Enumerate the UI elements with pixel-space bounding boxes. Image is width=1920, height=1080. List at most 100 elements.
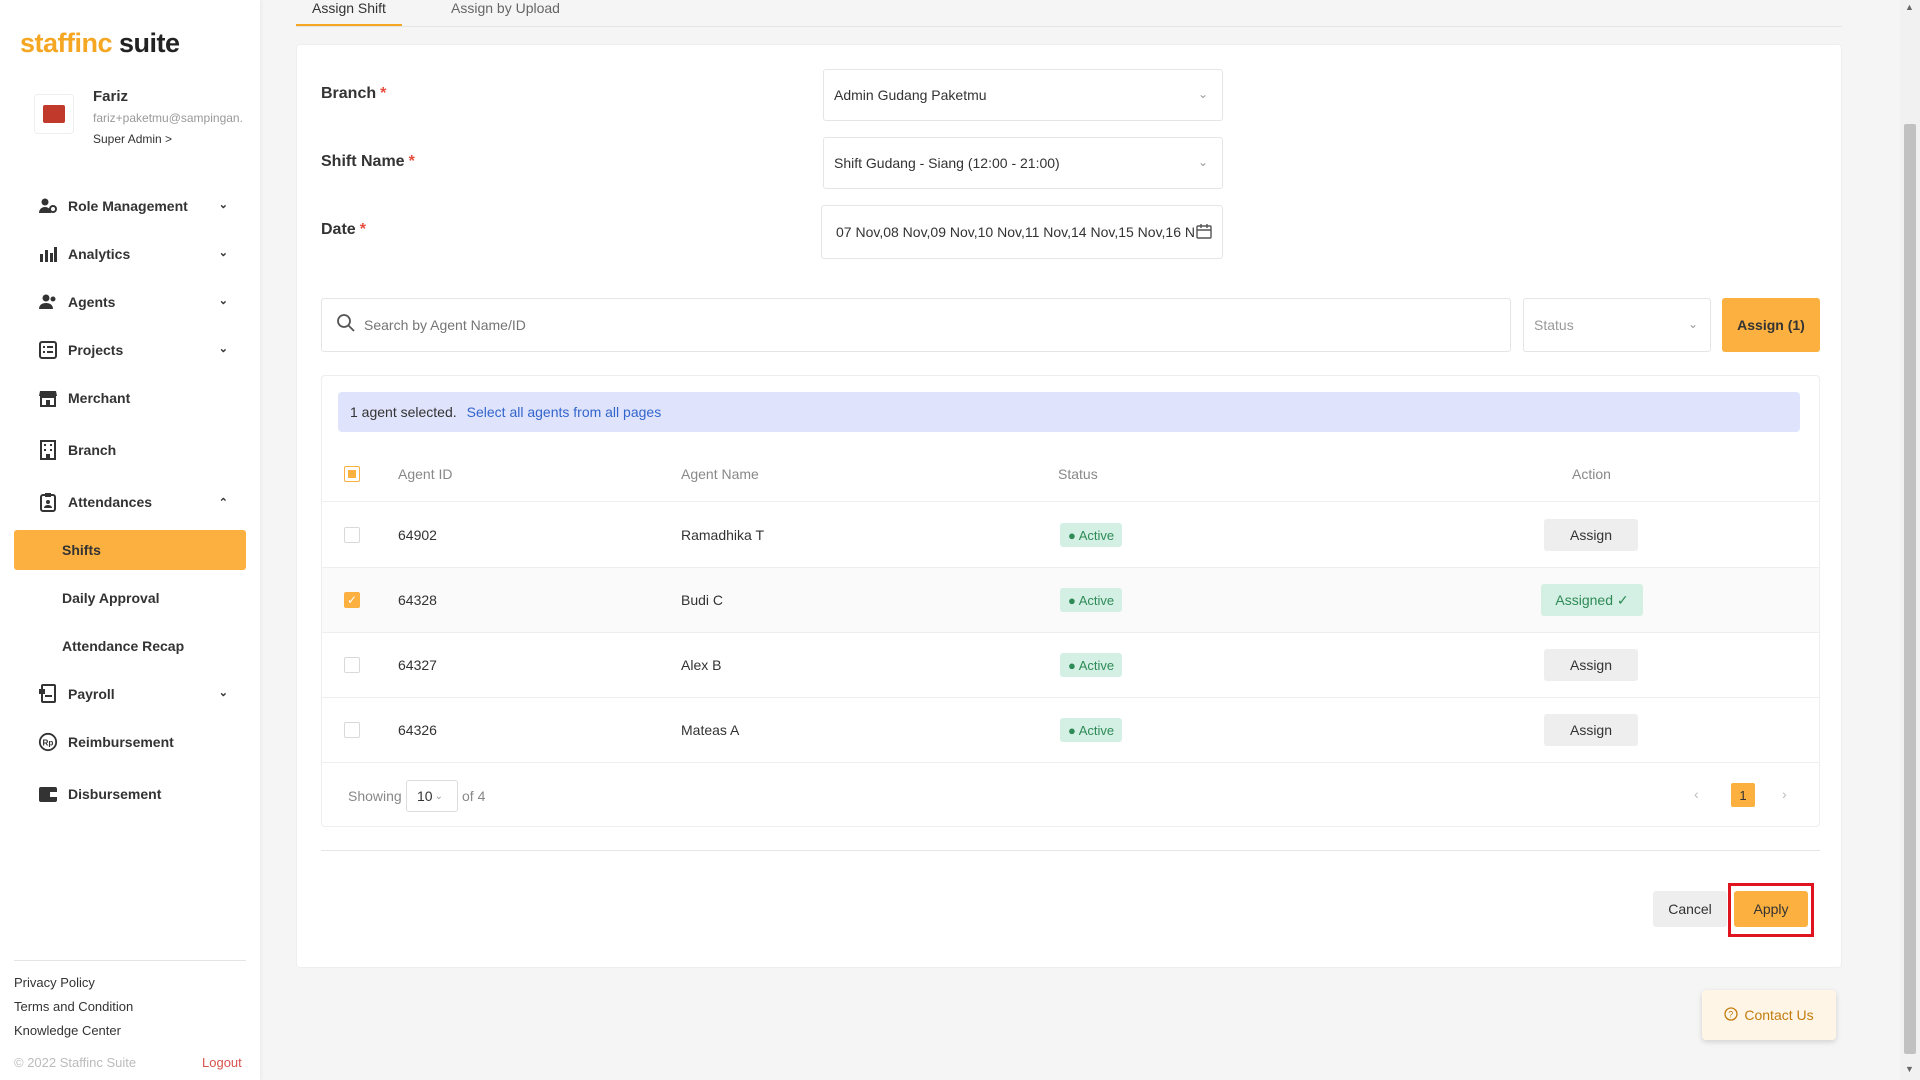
sidebar-item-label: Agents (68, 294, 116, 310)
chevron-down-icon: ⌄ (434, 790, 443, 802)
scrollbar-thumb[interactable] (1904, 124, 1916, 1054)
status-badge: ● Active (1060, 523, 1123, 547)
shift-name-select[interactable]: Shift Gudang - Siang (12:00 - 21:00) ⌄ (823, 137, 1223, 189)
clipboard-icon (38, 492, 58, 512)
page-number-button[interactable]: 1 (1731, 783, 1755, 807)
chevron-down-icon: ⌄ (218, 247, 228, 259)
chevron-down-icon: ⌄ (1197, 87, 1208, 101)
assigned-button[interactable]: Assigned ✓ (1541, 584, 1643, 616)
row-checkbox[interactable] (344, 657, 360, 673)
apply-button[interactable]: Apply (1734, 891, 1808, 927)
sidebar-item-projects[interactable]: Projects ⌄ (14, 326, 246, 374)
sidebar-item-role-management[interactable]: Role Management ⌄ (14, 182, 246, 230)
assign-button[interactable]: Assign (1544, 519, 1638, 551)
select-all-checkbox[interactable] (344, 466, 360, 482)
selection-count-text: 1 agent selected. (350, 404, 457, 420)
user-gear-icon (38, 196, 58, 216)
agents-table: 1 agent selected. Select all agents from… (321, 375, 1820, 827)
profile-role-link[interactable]: Super Admin > (93, 132, 172, 146)
sidebar-item-label: Disbursement (68, 786, 162, 802)
agent-search[interactable] (321, 298, 1511, 352)
select-all-pages-link[interactable]: Select all agents from all pages (467, 404, 662, 420)
app-logo[interactable]: staffinc suite (20, 28, 180, 59)
assign-shift-form: Branch * Admin Gudang Paketmu ⌄ Shift Nam… (296, 44, 1842, 968)
page-size-select[interactable]: 10 ⌄ (406, 780, 458, 812)
tab-assign-shift[interactable]: Assign Shift (296, 0, 402, 26)
selection-banner: 1 agent selected. Select all agents from… (338, 392, 1800, 432)
agent-id: 64328 (398, 592, 437, 608)
contact-us-label: Contact Us (1744, 1007, 1814, 1023)
status-badge: ● Active (1060, 718, 1123, 742)
sidebar-item-label: Analytics (68, 246, 131, 262)
shift-select-value: Shift Gudang - Siang (12:00 - 21:00) (834, 155, 1060, 171)
sidebar-subitem-attendance-recap[interactable]: Attendance Recap (14, 622, 246, 670)
previous-page-icon[interactable]: ‹ (1694, 786, 1699, 802)
logout-link[interactable]: Logout (202, 1055, 242, 1070)
agent-id: 64327 (398, 657, 437, 673)
payroll-icon (38, 684, 58, 704)
sidebar-footer: Privacy Policy Terms and Condition Knowl… (14, 960, 246, 1047)
wallet-icon (38, 784, 58, 804)
chevron-down-icon: ⌄ (1687, 317, 1698, 331)
user-profile[interactable]: Fariz fariz+paketmu@sampingan. Super Adm… (34, 84, 254, 154)
sidebar-item-merchant[interactable]: Merchant (14, 374, 246, 422)
sidebar-item-label: Branch (68, 442, 117, 458)
profile-email: fariz+paketmu@sampingan. (93, 111, 243, 125)
header-action: Action (1572, 466, 1611, 482)
assign-button[interactable]: Assign (1544, 714, 1638, 746)
row-checkbox[interactable]: ✓ (344, 592, 360, 608)
chevron-down-icon: ⌄ (218, 199, 228, 211)
sidebar-subitem-shifts[interactable]: Shifts (14, 530, 246, 570)
assign-selected-button[interactable]: Assign (1) (1722, 298, 1820, 352)
sidebar-item-agents[interactable]: Agents ⌄ (14, 278, 246, 326)
agent-name: Alex B (681, 657, 722, 673)
terms-link[interactable]: Terms and Condition (14, 999, 246, 1014)
date-picker[interactable]: 07 Nov,08 Nov,09 Nov,10 Nov,11 Nov,14 No… (821, 205, 1223, 259)
users-icon (38, 292, 58, 312)
tab-bar: Assign Shift Assign by Upload (296, 0, 1842, 27)
status-filter-placeholder: Status (1534, 317, 1574, 333)
scroll-down-icon[interactable]: ▼ (1905, 1064, 1914, 1074)
scroll-up-icon[interactable]: ▲ (1905, 2, 1914, 12)
sidebar-subitem-daily-approval[interactable]: Daily Approval (14, 574, 246, 622)
header-agent-id: Agent ID (398, 466, 453, 482)
branch-label: Branch * (321, 85, 387, 102)
contact-us-button[interactable]: ? Contact Us (1702, 990, 1836, 1040)
assign-button[interactable]: Assign (1544, 649, 1638, 681)
chevron-down-icon: ⌄ (218, 687, 228, 699)
branch-select[interactable]: Admin Gudang Paketmu ⌄ (823, 69, 1223, 121)
next-page-icon[interactable]: › (1782, 786, 1787, 802)
table-row: 64327 Alex B ● Active Assign (322, 633, 1819, 698)
chevron-down-icon: ⌄ (1197, 155, 1208, 169)
sidebar-item-reimbursement[interactable]: Rp Reimbursement (14, 718, 246, 766)
table-row: 64326 Mateas A ● Active Assign (322, 698, 1819, 763)
knowledge-center-link[interactable]: Knowledge Center (14, 1023, 246, 1038)
sidebar-item-branch[interactable]: Branch (14, 422, 246, 478)
sidebar-item-disbursement[interactable]: Disbursement (14, 766, 246, 822)
logo-staff-text: staff (20, 28, 75, 58)
page-size-value: 10 (417, 788, 433, 804)
privacy-policy-link[interactable]: Privacy Policy (14, 975, 246, 990)
table-row: ✓ 64328 Budi C ● Active Assigned ✓ (322, 568, 1819, 633)
status-badge: ● Active (1060, 588, 1123, 612)
sidebar-item-payroll[interactable]: Payroll ⌄ (14, 670, 246, 718)
sidebar: staffinc suite Fariz fariz+paketmu@sampi… (0, 0, 260, 1080)
sidebar-item-analytics[interactable]: Analytics ⌄ (14, 230, 246, 278)
store-icon (38, 388, 58, 408)
list-icon (38, 340, 58, 360)
vertical-scrollbar[interactable]: ▲ ▼ (1900, 0, 1920, 1080)
sidebar-item-label: Merchant (68, 390, 131, 406)
search-input[interactable] (364, 317, 1264, 333)
avatar (34, 94, 74, 134)
cancel-button[interactable]: Cancel (1653, 891, 1727, 927)
row-checkbox[interactable] (344, 527, 360, 543)
tab-assign-by-upload[interactable]: Assign by Upload (451, 0, 560, 24)
agent-name: Ramadhika T (681, 527, 765, 543)
row-checkbox[interactable] (344, 722, 360, 738)
sidebar-item-attendances[interactable]: Attendances ⌃ (14, 478, 246, 526)
calendar-icon[interactable] (1196, 223, 1212, 242)
svg-text:?: ? (1729, 1009, 1734, 1019)
status-filter-select[interactable]: Status ⌄ (1523, 298, 1711, 352)
status-badge: ● Active (1060, 653, 1123, 677)
agent-name: Mateas A (681, 722, 740, 738)
